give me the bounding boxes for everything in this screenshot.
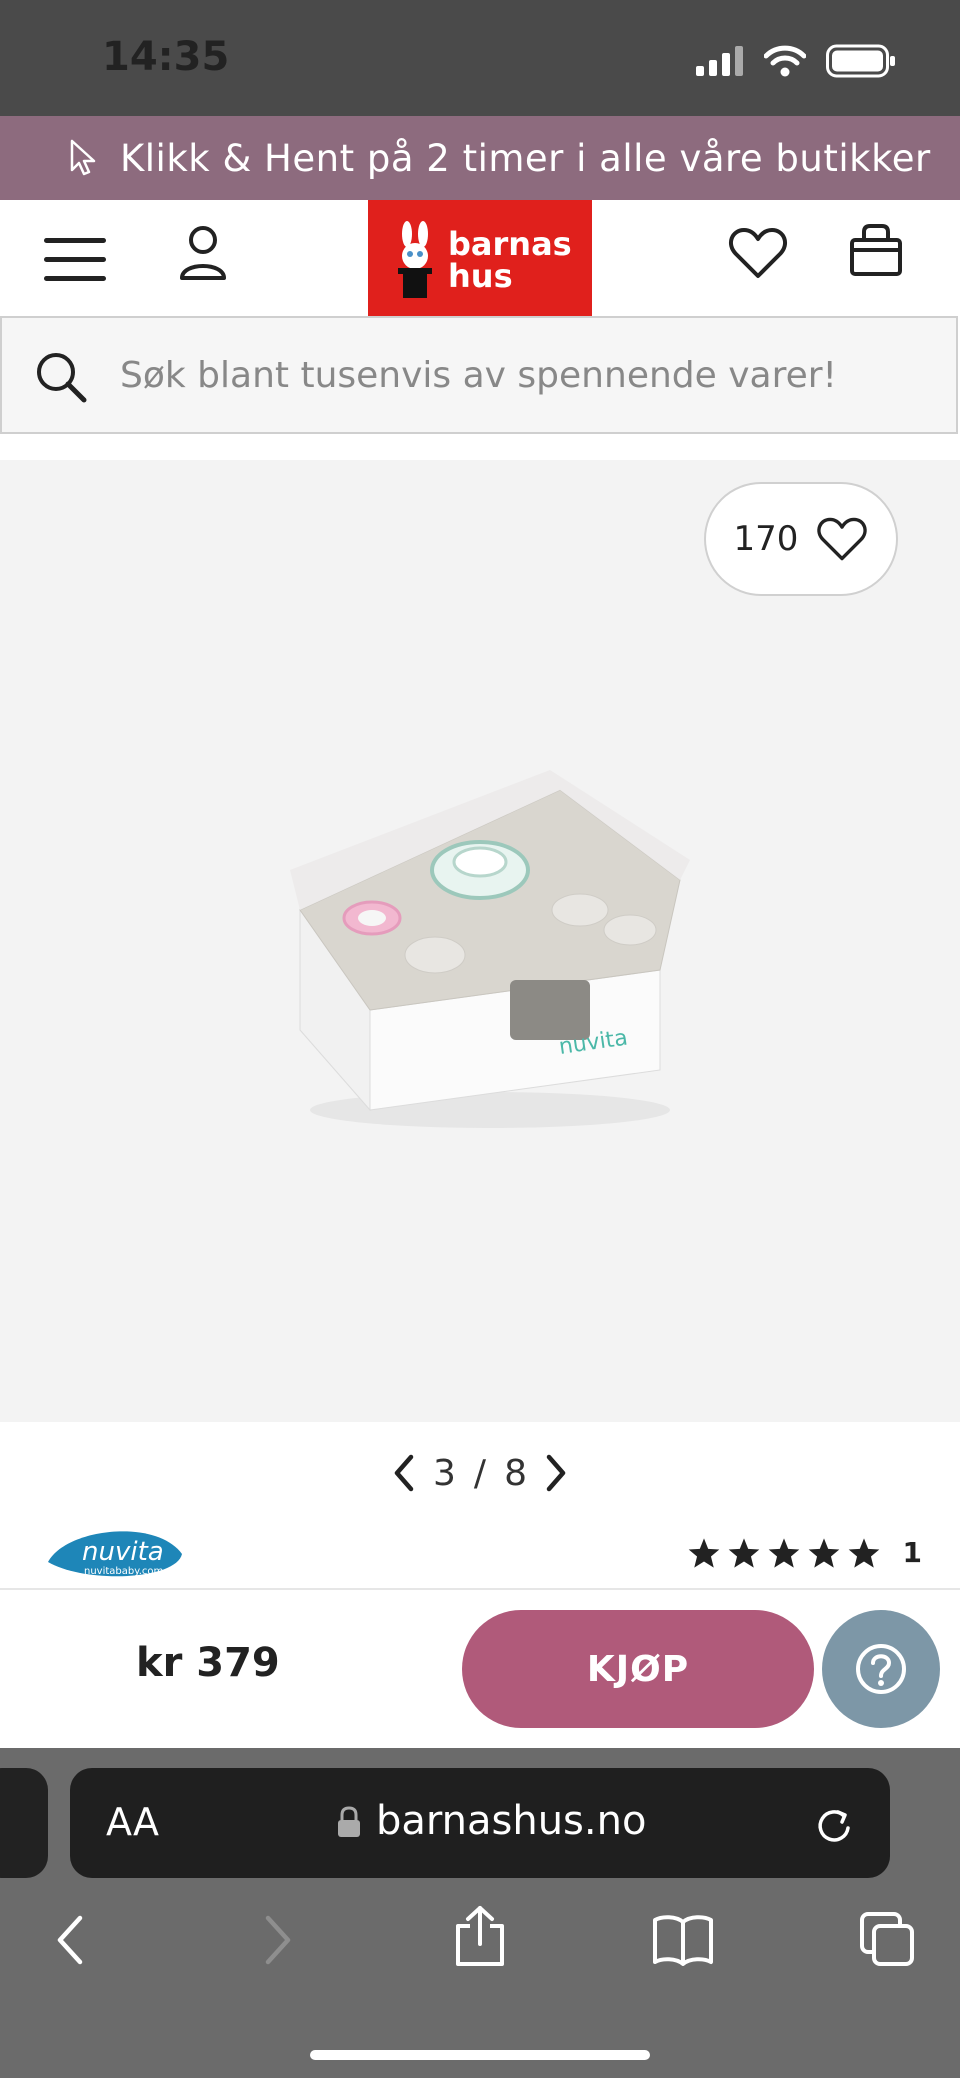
lock-icon <box>338 1806 360 1837</box>
reader-settings-button[interactable]: AA <box>106 1800 159 1844</box>
promo-banner[interactable]: Klikk & Hent på 2 timer i alle våre buti… <box>0 116 960 200</box>
wishlist-heart-icon[interactable] <box>728 226 788 280</box>
wifi-icon <box>764 45 806 77</box>
favorite-count: 170 <box>733 519 799 559</box>
forward-chevron-icon[interactable] <box>264 1914 294 1966</box>
star-icon <box>808 1537 839 1568</box>
star-icon <box>768 1537 799 1568</box>
pager-total: 8 <box>504 1452 527 1494</box>
status-icons <box>696 44 896 78</box>
rating-count: 1 <box>902 1536 922 1569</box>
previous-image-chevron-icon[interactable] <box>391 1453 415 1493</box>
previous-tab-preview[interactable] <box>0 1768 48 1878</box>
help-button[interactable] <box>822 1610 940 1728</box>
home-indicator[interactable] <box>310 2050 650 2060</box>
search-placeholder: Søk blant tusenvis av spennende varer! <box>120 355 837 396</box>
status-time: 14:35 <box>102 34 230 80</box>
question-mark-icon <box>856 1644 906 1694</box>
cellular-signal-icon <box>696 46 743 76</box>
rabbit-hat-logo-icon <box>398 221 432 298</box>
brand-logo-text: nuvita <box>82 1537 164 1567</box>
bookmarks-book-icon[interactable] <box>652 1914 714 1966</box>
heart-icon <box>817 517 868 561</box>
star-icon <box>728 1537 759 1568</box>
back-chevron-icon[interactable] <box>54 1914 84 1966</box>
product-image: nuvita <box>290 770 690 1128</box>
image-pager: 3 / 8 <box>0 1448 960 1498</box>
star-icon <box>688 1537 719 1568</box>
brand-logo-subtext: nuvitababy.com <box>84 1566 163 1577</box>
star-icon <box>848 1537 879 1568</box>
favorite-count-button[interactable]: 170 <box>704 482 898 596</box>
tabs-icon[interactable] <box>858 1910 916 1968</box>
share-icon[interactable] <box>452 1904 508 1968</box>
nuvita-brand-logo[interactable]: nuvita nuvitababy.com <box>46 1524 186 1592</box>
menu-icon[interactable] <box>44 236 108 284</box>
promo-text: Klikk & Hent på 2 timer i alle våre buti… <box>120 136 931 180</box>
battery-icon <box>826 44 895 78</box>
account-icon[interactable] <box>178 224 228 282</box>
logo-text-line2: hus <box>448 257 513 295</box>
logo-text-line1: barnas <box>448 225 572 263</box>
url-text: barnashus.no <box>376 1798 647 1844</box>
shopping-bag-icon[interactable] <box>848 222 904 278</box>
buy-button[interactable]: KJØP <box>462 1610 814 1728</box>
pager-current: 3 <box>433 1452 456 1494</box>
cursor-icon <box>70 139 96 176</box>
product-rating[interactable]: 1 <box>687 1536 922 1569</box>
barnas-hus-logo[interactable]: barnas hus <box>368 200 592 316</box>
next-image-chevron-icon[interactable] <box>545 1453 569 1493</box>
search-icon <box>37 353 87 403</box>
reload-icon[interactable] <box>814 1806 854 1846</box>
pager-separator: / <box>473 1452 487 1494</box>
product-price: kr 379 <box>136 1640 280 1686</box>
